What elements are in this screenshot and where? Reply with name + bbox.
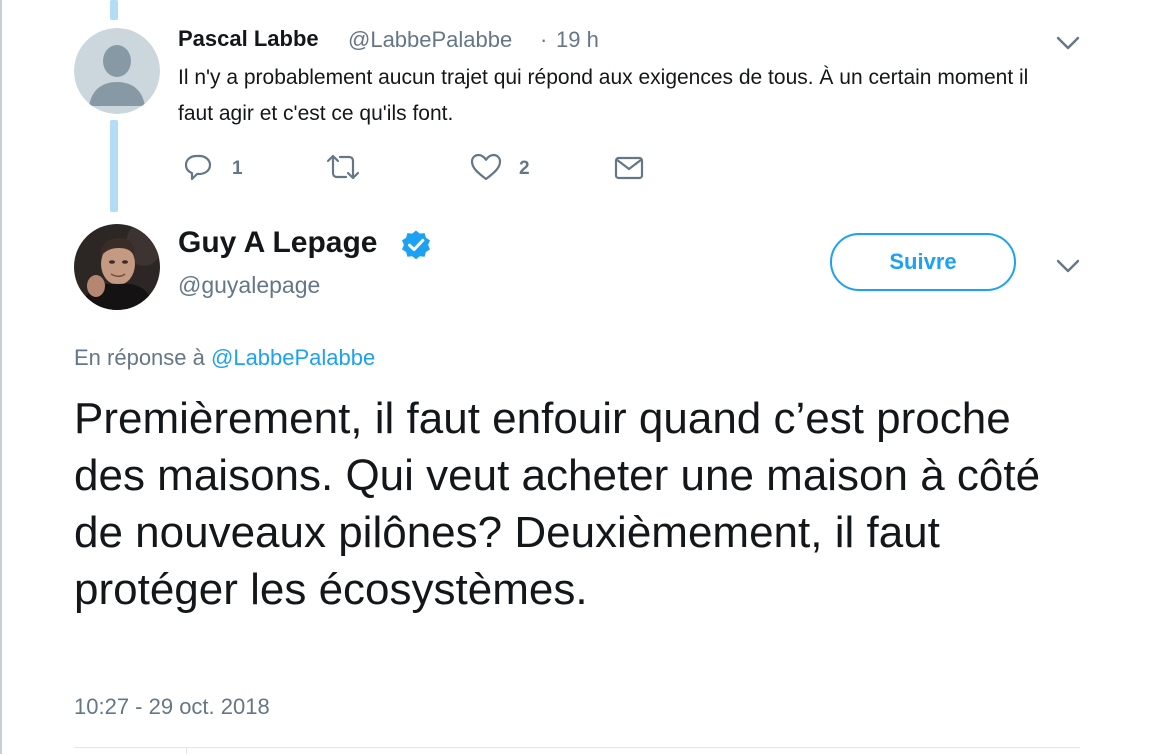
tweet-timestamp[interactable]: 10:27 - 29 oct. 2018 [74, 694, 270, 720]
thread-line-top [110, 0, 118, 20]
reply-time[interactable]: 19 h [556, 27, 599, 53]
follow-button[interactable]: Suivre [830, 233, 1016, 291]
reply-handle[interactable]: @LabbePalabbe [348, 27, 512, 53]
reply-separator: · [540, 27, 548, 52]
main-chevron-down-icon[interactable] [1055, 257, 1081, 275]
main-handle[interactable]: @guyalepage [178, 272, 320, 299]
reply-display-name[interactable]: Pascal Labbe [178, 26, 319, 52]
reply-icon[interactable] [183, 152, 213, 182]
verified-badge-icon [402, 230, 430, 260]
like-count: 2 [519, 158, 530, 179]
stats-divider [74, 747, 1080, 748]
window-left-edge [0, 0, 2, 754]
reply-chevron-down-icon[interactable] [1055, 34, 1081, 52]
reply-to-mention-link[interactable]: @LabbePalabbe [211, 345, 375, 370]
stats-divider-tick [186, 747, 187, 754]
thread-line-bottom [110, 120, 118, 212]
default-user-icon [74, 28, 160, 114]
like-heart-icon[interactable] [470, 152, 502, 182]
direct-message-envelope-icon[interactable] [614, 155, 644, 181]
main-avatar-photo[interactable] [74, 224, 160, 310]
reply-avatar[interactable] [74, 28, 160, 114]
reply-count: 1 [232, 158, 243, 179]
main-display-name[interactable]: Guy A Lepage [178, 226, 377, 260]
reply-tweet-text: Il n'y a probablement aucun trajet qui r… [178, 66, 1029, 125]
reply-to-prefix: En réponse à [74, 345, 205, 370]
main-tweet-text: Premièrement, il faut enfouir quand c’es… [74, 394, 1041, 614]
in-reply-to-line: En réponse à @LabbePalabbe [74, 345, 375, 371]
retweet-icon[interactable] [326, 152, 360, 182]
